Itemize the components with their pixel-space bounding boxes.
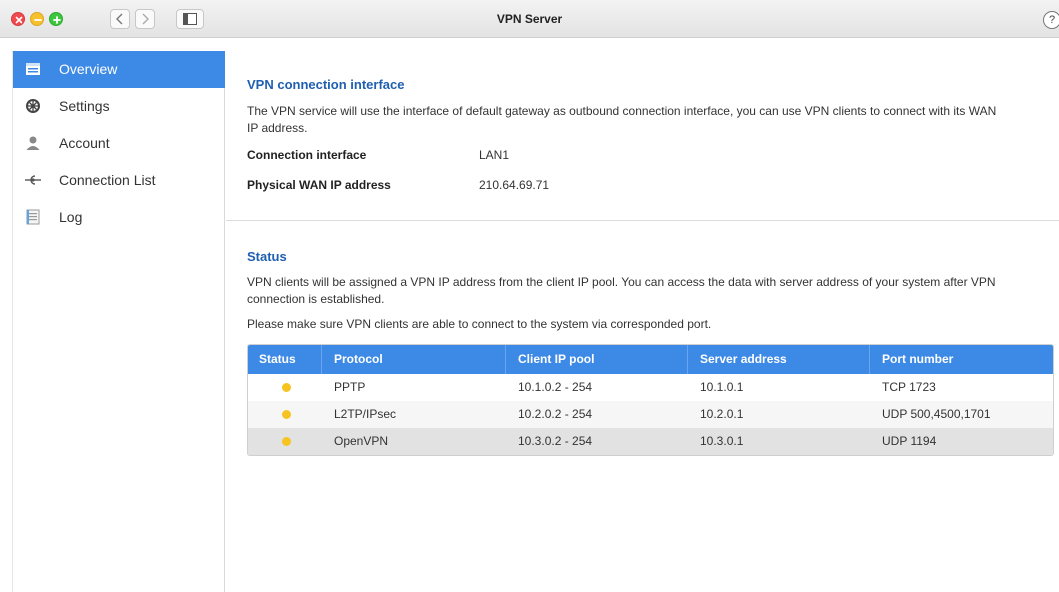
client-ip-pool-cell: 10.3.0.2 - 254 (518, 434, 593, 448)
column-header-client-ip-pool[interactable]: Client IP pool (518, 345, 594, 374)
status-note: Please make sure VPN clients are able to… (247, 317, 712, 331)
server-address-cell: 10.1.0.1 (700, 380, 744, 394)
status-section-title: Status (247, 249, 287, 264)
server-address-cell: 10.3.0.1 (700, 434, 744, 448)
section-divider (226, 220, 1059, 221)
protocol-cell: OpenVPN (334, 434, 389, 448)
client-ip-pool-cell: 10.1.0.2 - 254 (518, 380, 593, 394)
table-row[interactable]: PPTP 10.1.0.2 - 254 10.1.0.1 TCP 1723 (248, 374, 1053, 401)
title-bar: VPN Server ? (0, 0, 1059, 38)
wan-ip-label: Physical WAN IP address (247, 178, 391, 192)
sidebar-item-label: Log (59, 209, 83, 225)
sidebar-item-account[interactable]: Account (13, 125, 225, 162)
column-separator (687, 345, 688, 374)
server-address-cell: 10.2.0.1 (700, 407, 744, 421)
sidebar-item-overview[interactable]: Overview (13, 51, 225, 88)
interface-section-title: VPN connection interface (247, 77, 405, 92)
sidebar-item-connection-list[interactable]: Connection List (13, 162, 225, 199)
column-header-status[interactable]: Status (259, 345, 296, 374)
column-separator (869, 345, 870, 374)
status-indicator-icon (282, 383, 291, 392)
connection-icon (25, 175, 41, 185)
sidebar-item-label: Account (59, 135, 110, 151)
column-header-protocol[interactable]: Protocol (334, 345, 383, 374)
sidebar-item-label: Settings (59, 98, 110, 114)
connection-interface-label: Connection interface (247, 148, 367, 162)
status-indicator-icon (282, 437, 291, 446)
status-description-line2: connection is established. (247, 292, 385, 306)
column-separator (505, 345, 506, 374)
client-ip-pool-cell: 10.2.0.2 - 254 (518, 407, 593, 421)
account-icon (26, 136, 40, 150)
table-row[interactable]: OpenVPN 10.3.0.2 - 254 10.3.0.1 UDP 1194 (248, 428, 1053, 455)
protocol-cell: PPTP (334, 380, 366, 394)
status-indicator-icon (282, 410, 291, 419)
table-row[interactable]: L2TP/IPsec 10.2.0.2 - 254 10.2.0.1 UDP 5… (248, 401, 1053, 428)
connection-interface-value: LAN1 (479, 148, 510, 162)
log-icon (26, 209, 40, 225)
sidebar-item-settings[interactable]: Settings (13, 88, 225, 125)
port-number-cell: UDP 1194 (882, 434, 937, 448)
main-content: VPN connection interface The VPN service… (226, 51, 1059, 592)
vpn-server-window: VPN Server ? Overview Settings Account C… (0, 0, 1059, 592)
sidebar: Overview Settings Account Connection Lis… (12, 51, 225, 592)
interface-description-line1: The VPN service will use the interface o… (247, 104, 997, 118)
sidebar-item-label: Connection List (59, 172, 156, 188)
column-header-port-number[interactable]: Port number (882, 345, 953, 374)
interface-description-line2: IP address. (247, 121, 308, 135)
settings-icon (26, 99, 40, 113)
column-separator (321, 345, 322, 374)
wan-ip-value: 210.64.69.71 (479, 178, 550, 192)
column-header-server-address[interactable]: Server address (700, 345, 787, 374)
table-header: Status Protocol Client IP pool Server ad… (248, 345, 1053, 374)
sidebar-item-label: Overview (59, 61, 118, 77)
overview-icon (26, 63, 40, 75)
window-title: VPN Server (496, 12, 563, 26)
port-number-cell: TCP 1723 (882, 380, 936, 394)
help-button[interactable]: ? (1043, 11, 1059, 29)
status-description-line1: VPN clients will be assigned a VPN IP ad… (247, 275, 996, 289)
sidebar-item-log[interactable]: Log (13, 199, 225, 236)
vpn-status-table: Status Protocol Client IP pool Server ad… (247, 344, 1054, 456)
protocol-cell: L2TP/IPsec (334, 407, 397, 421)
port-number-cell: UDP 500,4500,1701 (882, 407, 991, 421)
